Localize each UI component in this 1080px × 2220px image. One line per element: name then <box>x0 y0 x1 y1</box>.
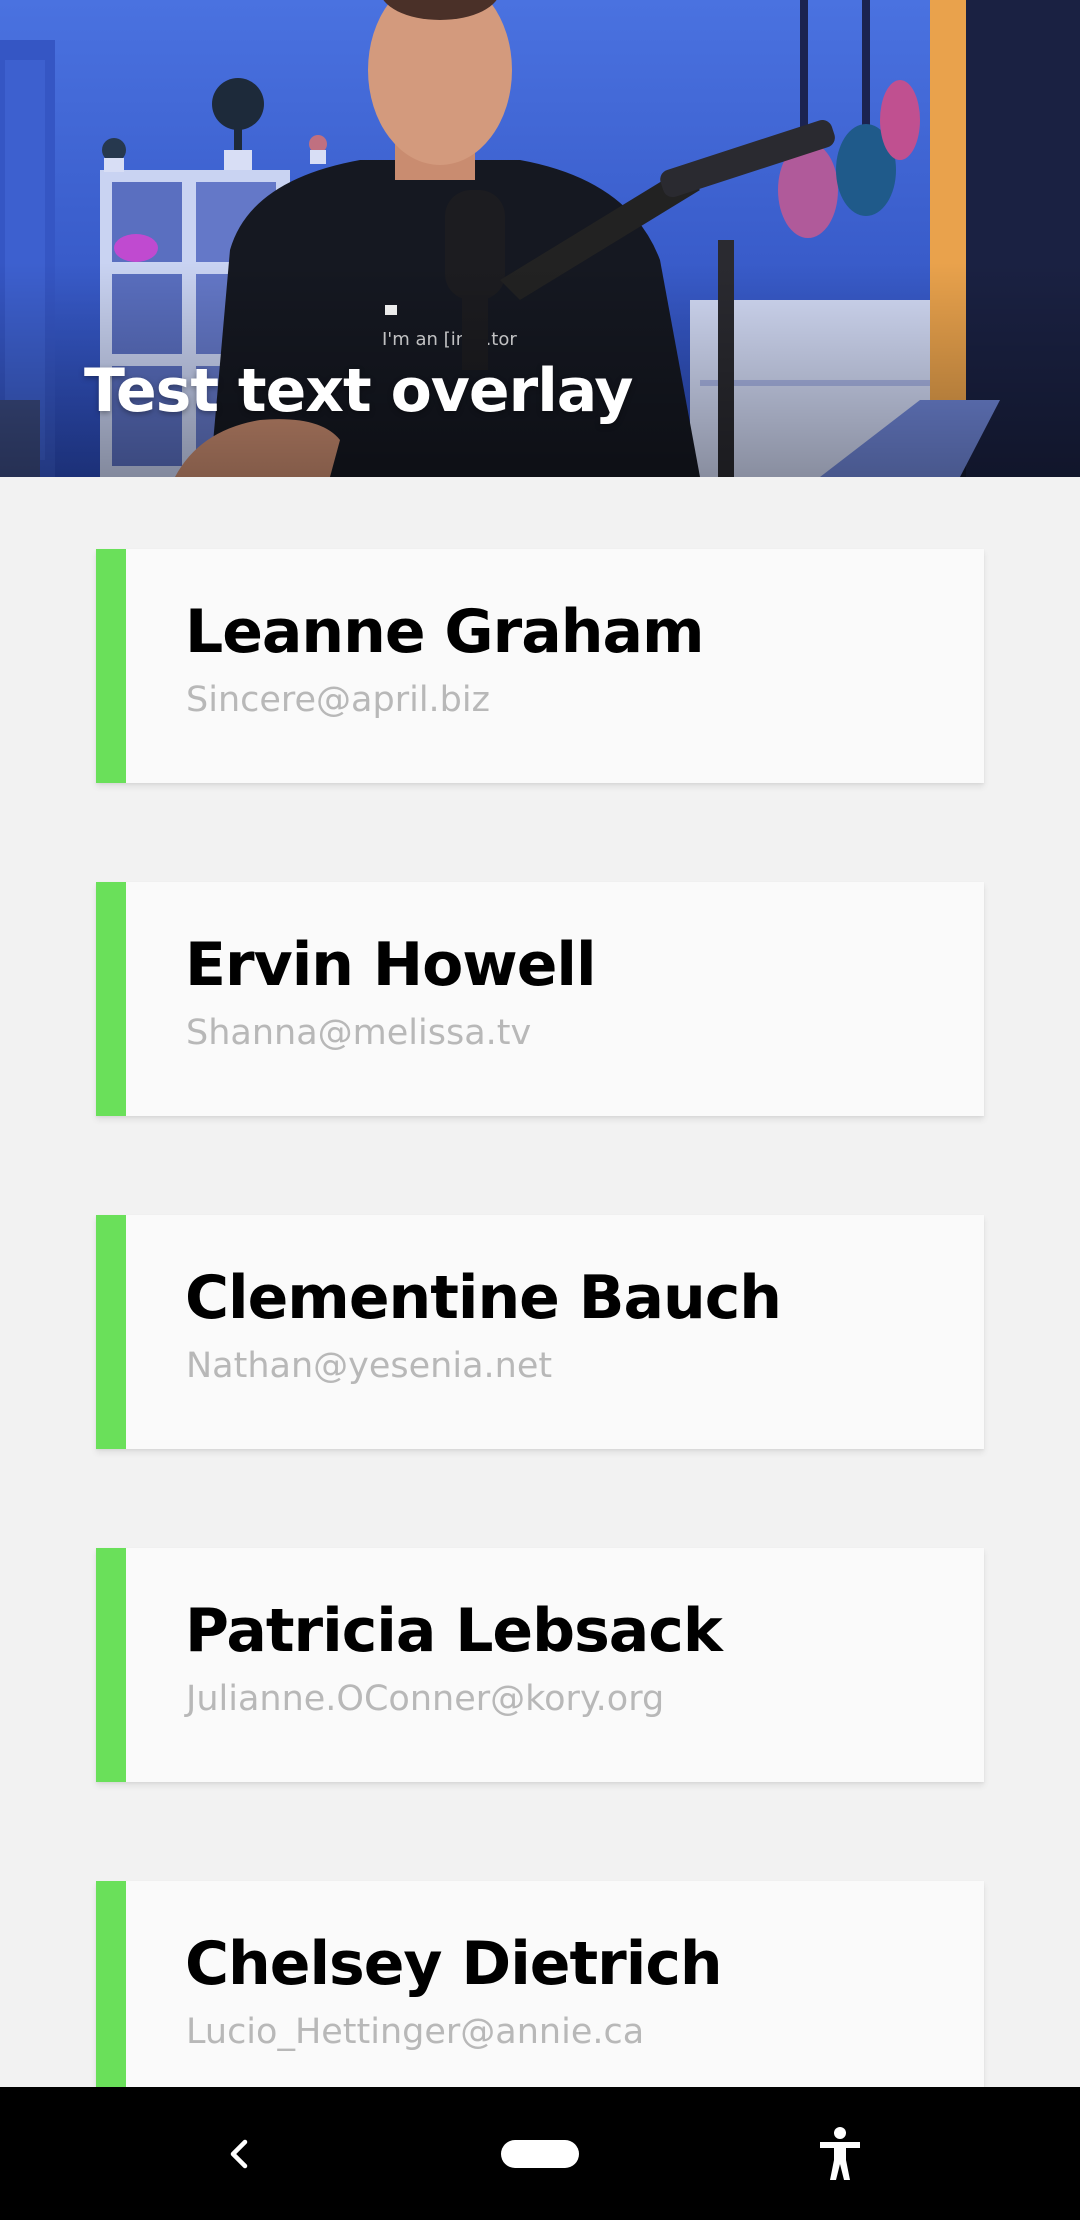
accessibility-button[interactable] <box>790 2087 890 2220</box>
user-name: Patricia Lebsack <box>185 1596 723 1666</box>
home-button[interactable] <box>480 2087 600 2220</box>
user-email: Sincere@april.biz <box>186 680 490 720</box>
card-accent-bar <box>96 1881 126 2115</box>
system-navigation-bar <box>0 2087 1080 2220</box>
accessibility-icon <box>820 2126 860 2180</box>
header-overlay-text: Test text overlay <box>84 356 634 426</box>
user-card-chelsey-dietrich[interactable]: Chelsey Dietrich Lucio_Hettinger@annie.c… <box>96 1881 984 2115</box>
user-email: Shanna@melissa.tv <box>186 1013 532 1053</box>
home-pill-icon <box>501 2139 579 2168</box>
user-card-clementine-bauch[interactable]: Clementine Bauch Nathan@yesenia.net <box>96 1215 984 1449</box>
user-email: Nathan@yesenia.net <box>186 1346 553 1386</box>
card-accent-bar <box>96 549 126 783</box>
user-name: Leanne Graham <box>185 597 704 667</box>
card-accent-bar <box>96 1548 126 1782</box>
header-image: I'm an [in]...tor Test text overlay <box>0 0 1080 477</box>
user-card-patricia-lebsack[interactable]: Patricia Lebsack Julianne.OConner@kory.o… <box>96 1548 984 1782</box>
user-list: Leanne Graham Sincere@april.biz Ervin Ho… <box>96 549 984 2214</box>
back-button[interactable] <box>190 2087 290 2220</box>
user-card-leanne-graham[interactable]: Leanne Graham Sincere@april.biz <box>96 549 984 783</box>
user-email: Julianne.OConner@kory.org <box>186 1679 665 1719</box>
card-accent-bar <box>96 882 126 1116</box>
app-screen: I'm an [in]...tor Test text overlay Lean… <box>0 0 1080 2220</box>
user-name: Chelsey Dietrich <box>185 1929 723 1999</box>
back-chevron-icon <box>230 2139 248 2168</box>
user-card-ervin-howell[interactable]: Ervin Howell Shanna@melissa.tv <box>96 882 984 1116</box>
card-accent-bar <box>96 1215 126 1449</box>
user-name: Ervin Howell <box>185 930 597 1000</box>
user-email: Lucio_Hettinger@annie.ca <box>186 2012 645 2052</box>
user-name: Clementine Bauch <box>185 1263 782 1333</box>
